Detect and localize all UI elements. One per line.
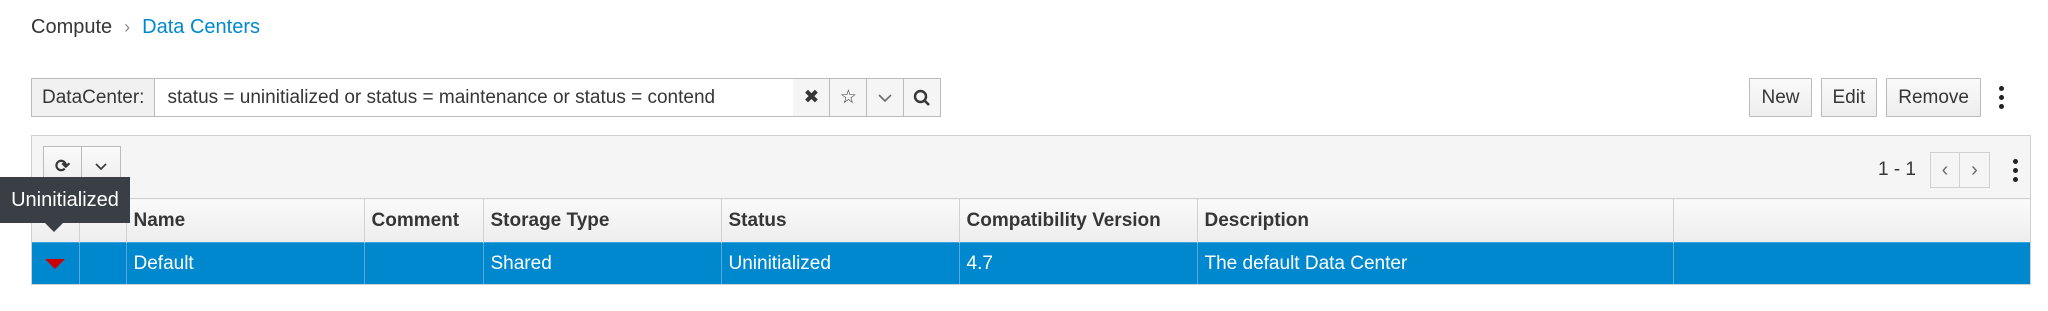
search-icon: [914, 89, 931, 106]
status-down-arrow-icon[interactable]: [45, 258, 65, 269]
saved-searches-dropdown[interactable]: [867, 78, 905, 117]
row-filler: [1672, 242, 2030, 284]
chevron-down-icon: [95, 162, 107, 170]
search-button[interactable]: [904, 78, 942, 117]
grid-toolbar: ⟳ 1 - 1 ‹ ›: [32, 136, 2030, 198]
star-icon: ☆: [839, 87, 857, 108]
breadcrumb-data-centers[interactable]: Data Centers: [142, 16, 260, 39]
breadcrumb-separator-icon: ›: [124, 17, 131, 37]
row-extra-cell: [78, 242, 126, 284]
prev-page-button[interactable]: ‹: [1930, 152, 1960, 188]
data-center-grid: ⟳ 1 - 1 ‹ › Name Comment Storage Type St…: [31, 135, 2031, 285]
pagination: 1 - 1 ‹ ›: [1878, 152, 2020, 188]
col-header-status[interactable]: Status: [720, 198, 959, 243]
search-input[interactable]: status = uninitialized or status = maint…: [154, 78, 795, 117]
col-header-description[interactable]: Description: [1196, 198, 1673, 243]
action-buttons: New Edit Remove: [1749, 78, 2006, 117]
more-actions-kebab-icon[interactable]: [1996, 86, 2006, 109]
chevron-left-icon: ‹: [1941, 158, 1949, 181]
row-status-cell: [32, 242, 79, 284]
chevron-down-icon: [878, 93, 893, 102]
breadcrumb: Compute › Data Centers: [31, 16, 260, 39]
row-compatibility-version: 4.7: [958, 242, 1197, 284]
page-range: 1 - 1: [1877, 159, 1916, 180]
col-header-compatibility-version[interactable]: Compatibility Version: [958, 198, 1197, 243]
new-button[interactable]: New: [1749, 78, 1812, 117]
search-prefix-label: DataCenter:: [31, 78, 155, 117]
col-header-filler: [1672, 198, 2030, 243]
tooltip-arrow: [45, 223, 63, 232]
remove-button[interactable]: Remove: [1886, 78, 1981, 117]
next-page-button[interactable]: ›: [1960, 152, 1990, 188]
row-description: The default Data Center: [1196, 242, 1673, 284]
row-comment: [363, 242, 483, 284]
data-center-table: Name Comment Storage Type Status Compati…: [32, 198, 2030, 284]
row-name: Default: [125, 242, 364, 284]
col-header-name[interactable]: Name: [125, 198, 364, 243]
grid-options-kebab-icon[interactable]: [2010, 158, 2020, 182]
clear-search-button[interactable]: ✖: [793, 78, 831, 117]
table-row[interactable]: Default Shared Uninitialized 4.7 The def…: [32, 242, 2030, 284]
col-header-storage-type[interactable]: Storage Type: [482, 198, 721, 243]
chevron-right-icon: ›: [1971, 158, 1978, 181]
edit-button[interactable]: Edit: [1820, 78, 1878, 117]
status-tooltip: Uninitialized: [0, 177, 130, 223]
row-status: Uninitialized: [720, 242, 959, 284]
search-bar: DataCenter: status = uninitialized or st…: [31, 78, 942, 117]
table-header-row: Name Comment Storage Type Status Compati…: [32, 198, 2030, 243]
row-storage-type: Shared: [482, 242, 721, 284]
refresh-icon: ⟳: [54, 156, 71, 176]
close-icon: ✖: [803, 87, 820, 108]
bookmark-search-button[interactable]: ☆: [830, 78, 868, 117]
col-header-comment[interactable]: Comment: [363, 198, 483, 243]
breadcrumb-compute[interactable]: Compute: [31, 16, 112, 39]
